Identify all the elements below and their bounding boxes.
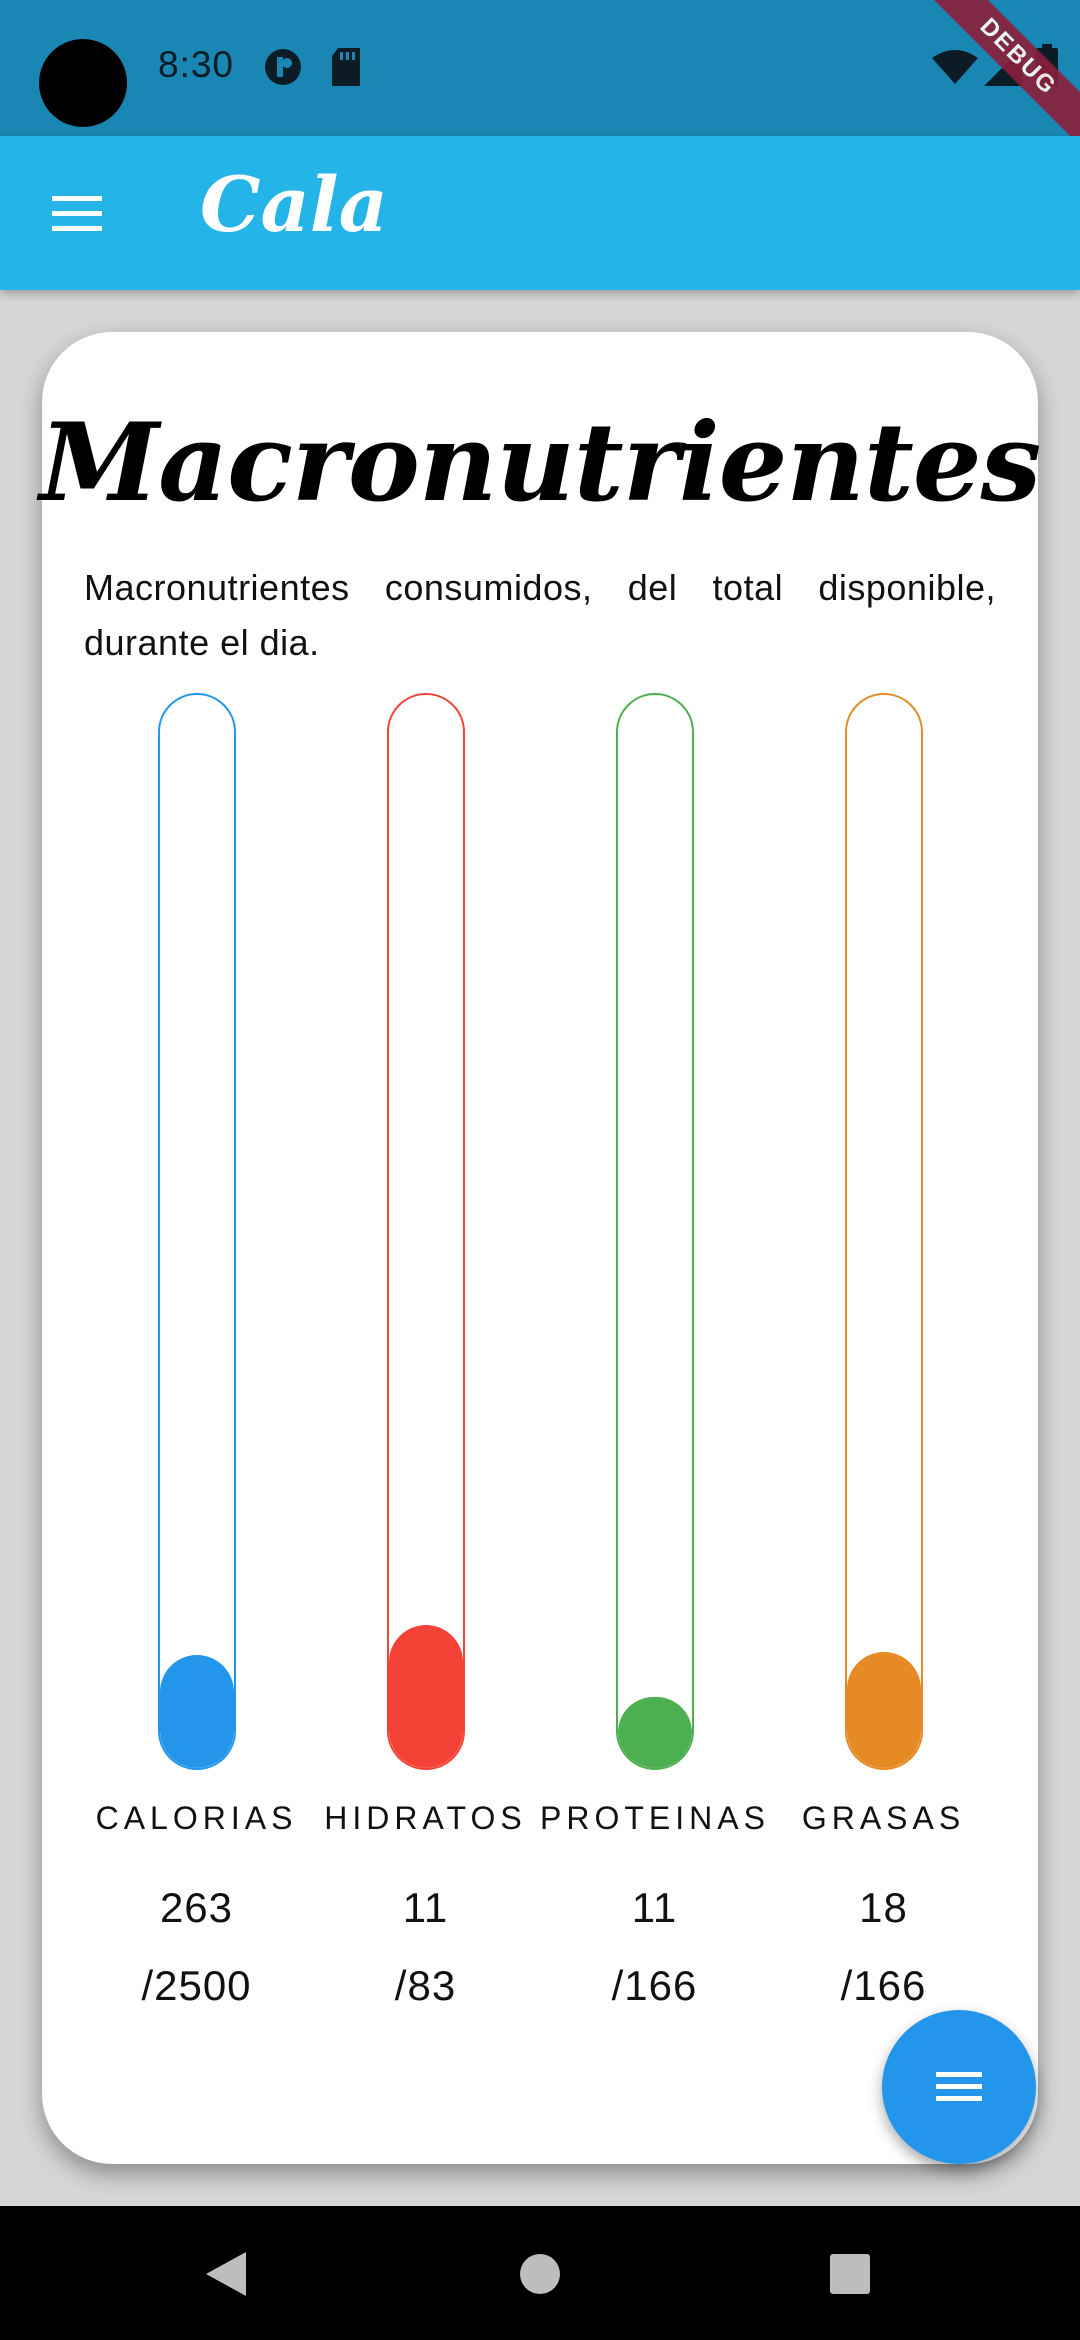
menu-icon [936,2072,982,2101]
menu-button[interactable] [40,180,114,246]
navigation-bar [0,2206,1080,2340]
app-bar [0,136,1080,290]
macro-bar-hidratos [311,693,540,1770]
macro-total-value: /2500 [141,1962,252,2009]
wifi-icon [932,50,978,84]
macro-consumed-value: 18 [859,1884,908,1931]
macro-bar-track [615,693,694,1770]
macro-total-value: /83 [394,1962,457,2009]
status-time: 8:30 [158,44,235,85]
home-icon[interactable] [520,2254,560,2294]
macro-consumed-value: 11 [631,1884,678,1931]
sd-card-icon [332,48,360,86]
camera-cutout [39,39,127,127]
notification-app-icon [265,49,301,85]
macro-bar-fill [159,1655,234,1768]
app-title: Cala [200,160,388,249]
fab-menu-button[interactable] [882,2010,1036,2164]
macro-bar-fill [388,1625,463,1768]
macro-consumed-value: 11 [402,1884,449,1931]
card-title: Macronutrientes [39,400,1042,526]
back-icon[interactable] [204,2250,248,2298]
macro-bar-track [386,693,465,1770]
macro-bar-calorias [82,693,311,1770]
macro-label: HIDRATOS [324,1800,527,1836]
macro-bar-grasas [769,693,998,1770]
macro-bar-proteinas [540,693,769,1770]
macro-label: CALORIAS [95,1800,298,1836]
macro-total-value: /166 [611,1962,698,2009]
macro-bar-track [844,693,923,1770]
macro-bar-track [157,693,236,1770]
macro-label: PROTEINAS [540,1800,770,1836]
recents-icon[interactable] [830,2254,870,2294]
macro-bar-fill [617,1697,692,1768]
macro-label: GRASAS [801,1800,966,1836]
status-bar: 8:30 DEBUG [0,0,1080,156]
card-description: Macronutrientes consumidos, del total di… [84,567,996,663]
macro-consumed-value: 263 [159,1884,234,1931]
hamburger-menu-icon [52,196,102,231]
macro-bar-fill [846,1652,921,1768]
macro-total-value: /166 [840,1962,927,2009]
